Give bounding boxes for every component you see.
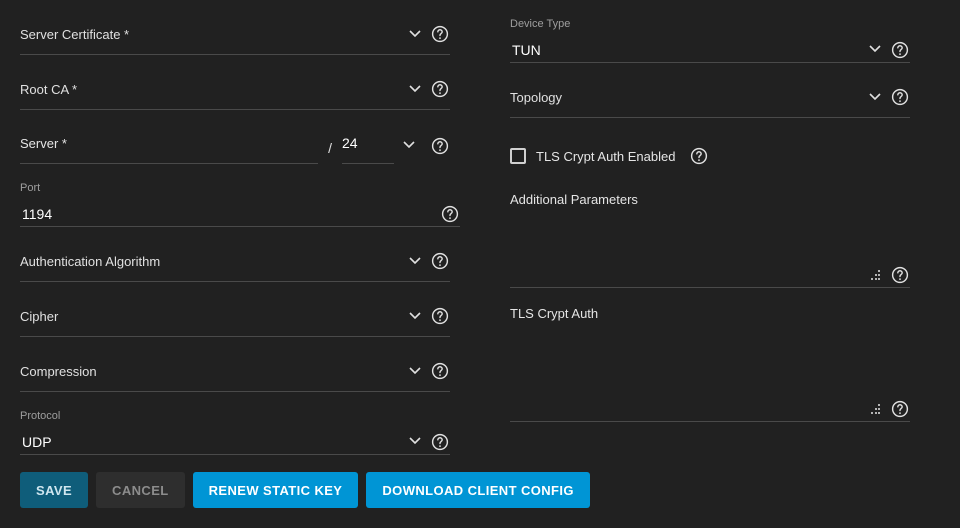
- help-icon[interactable]: [430, 361, 450, 381]
- port-input[interactable]: Port 1194: [20, 178, 460, 227]
- help-icon[interactable]: [440, 204, 460, 224]
- chevron-down-icon: [404, 360, 426, 382]
- cipher-label: Cipher: [20, 309, 58, 324]
- help-icon[interactable]: [430, 251, 450, 271]
- cipher-select[interactable]: Cipher: [20, 296, 450, 337]
- additional-parameters-textarea[interactable]: [510, 213, 910, 288]
- chevron-down-icon: [404, 23, 426, 45]
- protocol-value: UDP: [20, 434, 400, 452]
- server-label: Server *: [20, 136, 67, 151]
- help-icon[interactable]: [430, 24, 450, 44]
- server-cidr-value: 24: [342, 135, 358, 151]
- compression-label: Compression: [20, 364, 97, 379]
- device-type-label: Device Type: [510, 18, 570, 30]
- chevron-down-icon: [404, 305, 426, 327]
- auth-algorithm-select[interactable]: Authentication Algorithm: [20, 241, 450, 282]
- protocol-select[interactable]: Protocol UDP: [20, 406, 450, 455]
- help-icon[interactable]: [890, 40, 910, 60]
- device-type-select[interactable]: Device Type TUN: [510, 14, 910, 63]
- renew-static-key-button[interactable]: RENEW STATIC KEY: [193, 472, 359, 508]
- topology-label: Topology: [510, 90, 562, 105]
- form-right-column: Device Type TUN Topology TLS Crypt Auth …: [510, 14, 910, 469]
- help-icon[interactable]: [890, 87, 910, 107]
- resize-grip-icon[interactable]: [868, 269, 880, 281]
- download-client-config-button[interactable]: DOWNLOAD CLIENT CONFIG: [366, 472, 590, 508]
- chevron-down-icon: [864, 86, 886, 108]
- port-value: 1194: [20, 206, 436, 224]
- server-input[interactable]: Server *: [20, 123, 318, 164]
- additional-parameters-label: Additional Parameters: [510, 192, 910, 207]
- tls-crypt-auth-enabled-label: TLS Crypt Auth Enabled: [536, 149, 675, 164]
- protocol-label: Protocol: [20, 410, 60, 422]
- server-cidr-select[interactable]: 24: [342, 123, 394, 164]
- vpn-server-form: Server Certificate * Root CA * Server * …: [0, 0, 960, 469]
- help-icon[interactable]: [430, 306, 450, 326]
- tls-crypt-auth-enabled-checkbox[interactable]: [510, 148, 526, 164]
- help-icon[interactable]: [890, 265, 910, 285]
- device-type-value: TUN: [510, 42, 860, 60]
- root-ca-select[interactable]: Root CA *: [20, 69, 450, 110]
- port-label: Port: [20, 182, 40, 194]
- root-ca-label: Root CA *: [20, 82, 77, 97]
- topology-select[interactable]: Topology: [510, 77, 910, 118]
- chevron-down-icon: [404, 78, 426, 100]
- chevron-down-icon: [404, 430, 426, 452]
- server-certificate-label: Server Certificate *: [20, 27, 129, 42]
- tls-crypt-auth-enabled-row: TLS Crypt Auth Enabled: [510, 146, 910, 166]
- form-left-column: Server Certificate * Root CA * Server * …: [20, 14, 450, 469]
- help-icon[interactable]: [890, 399, 910, 419]
- help-icon[interactable]: [689, 146, 709, 166]
- chevron-down-icon: [398, 134, 420, 156]
- tls-crypt-auth-textarea[interactable]: [510, 327, 910, 422]
- tls-crypt-auth-label: TLS Crypt Auth: [510, 306, 910, 321]
- help-icon[interactable]: [430, 79, 450, 99]
- save-button[interactable]: SAVE: [20, 472, 88, 508]
- server-certificate-select[interactable]: Server Certificate *: [20, 14, 450, 55]
- server-address-row: Server * / 24: [20, 124, 450, 164]
- help-icon[interactable]: [430, 136, 450, 156]
- chevron-down-icon: [404, 250, 426, 272]
- cidr-slash: /: [328, 140, 332, 156]
- compression-select[interactable]: Compression: [20, 351, 450, 392]
- cancel-button[interactable]: CANCEL: [96, 472, 185, 508]
- help-icon[interactable]: [430, 432, 450, 452]
- chevron-down-icon: [864, 38, 886, 60]
- button-bar: SAVE CANCEL RENEW STATIC KEY DOWNLOAD CL…: [20, 472, 590, 508]
- auth-algorithm-label: Authentication Algorithm: [20, 254, 160, 269]
- resize-grip-icon[interactable]: [868, 403, 880, 415]
